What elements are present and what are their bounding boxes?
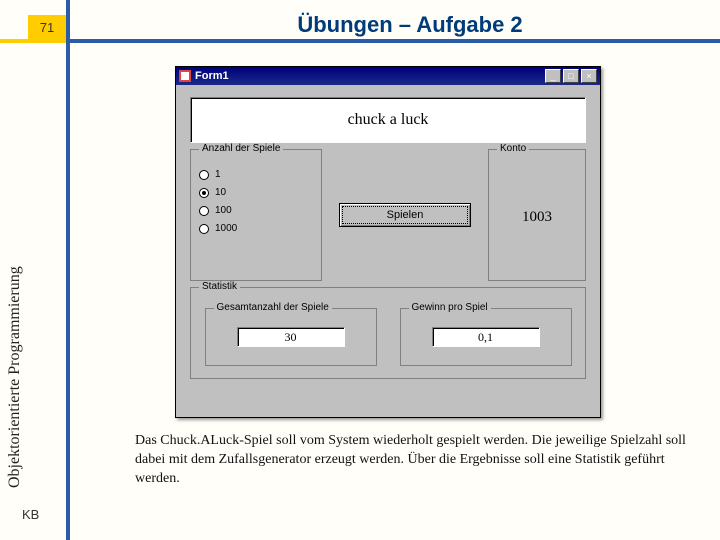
slide-title: Übungen – Aufgabe 2 [120, 12, 700, 38]
app-icon [179, 70, 191, 82]
radio-1[interactable]: 1 [199, 169, 313, 180]
panel-title: chuck a luck [348, 111, 429, 129]
footer-initials: KB [22, 507, 39, 522]
total-plays-value: 30 [237, 327, 345, 347]
maximize-button[interactable]: □ [563, 69, 579, 83]
radio-1000[interactable]: 1000 [199, 223, 313, 234]
rule-yellow [0, 39, 66, 43]
radio-label: 100 [215, 205, 232, 216]
page-number-box: 71 [28, 15, 66, 39]
window-title: Form1 [195, 70, 543, 82]
radio-100[interactable]: 100 [199, 205, 313, 216]
group-konto: 1003 [488, 149, 586, 281]
radio-10[interactable]: 10 [199, 187, 313, 198]
avg-gain-value: 0,1 [432, 327, 540, 347]
konto-value: 1003 [522, 209, 552, 226]
app-window: Form1 _ □ × chuck a luck 1 10 100 1000 S… [175, 66, 601, 418]
page-number: 71 [40, 20, 54, 35]
group-statistics: 30 0,1 [190, 287, 586, 379]
play-button[interactable]: Spielen [339, 203, 471, 227]
close-button[interactable]: × [581, 69, 597, 83]
body-paragraph: Das Chuck.ALuck-Spiel soll vom System wi… [135, 432, 700, 489]
radio-label: 10 [215, 187, 226, 198]
radio-label: 1 [215, 169, 221, 180]
group-total-plays: 30 [205, 308, 377, 366]
center-col: Spielen [328, 149, 482, 281]
group-plays: 1 10 100 1000 [190, 149, 322, 281]
titlebar: Form1 _ □ × [176, 67, 600, 85]
title-panel: chuck a luck [190, 97, 586, 143]
client-area: chuck a luck 1 10 100 1000 Spielen 1003 … [176, 85, 600, 393]
rule-blue [66, 39, 720, 43]
rule-vertical [66, 0, 70, 540]
sidebar-caption: Objektorientierte Programmierung [6, 266, 24, 488]
minimize-button[interactable]: _ [545, 69, 561, 83]
group-avg-gain: 0,1 [400, 308, 572, 366]
radio-label: 1000 [215, 223, 237, 234]
